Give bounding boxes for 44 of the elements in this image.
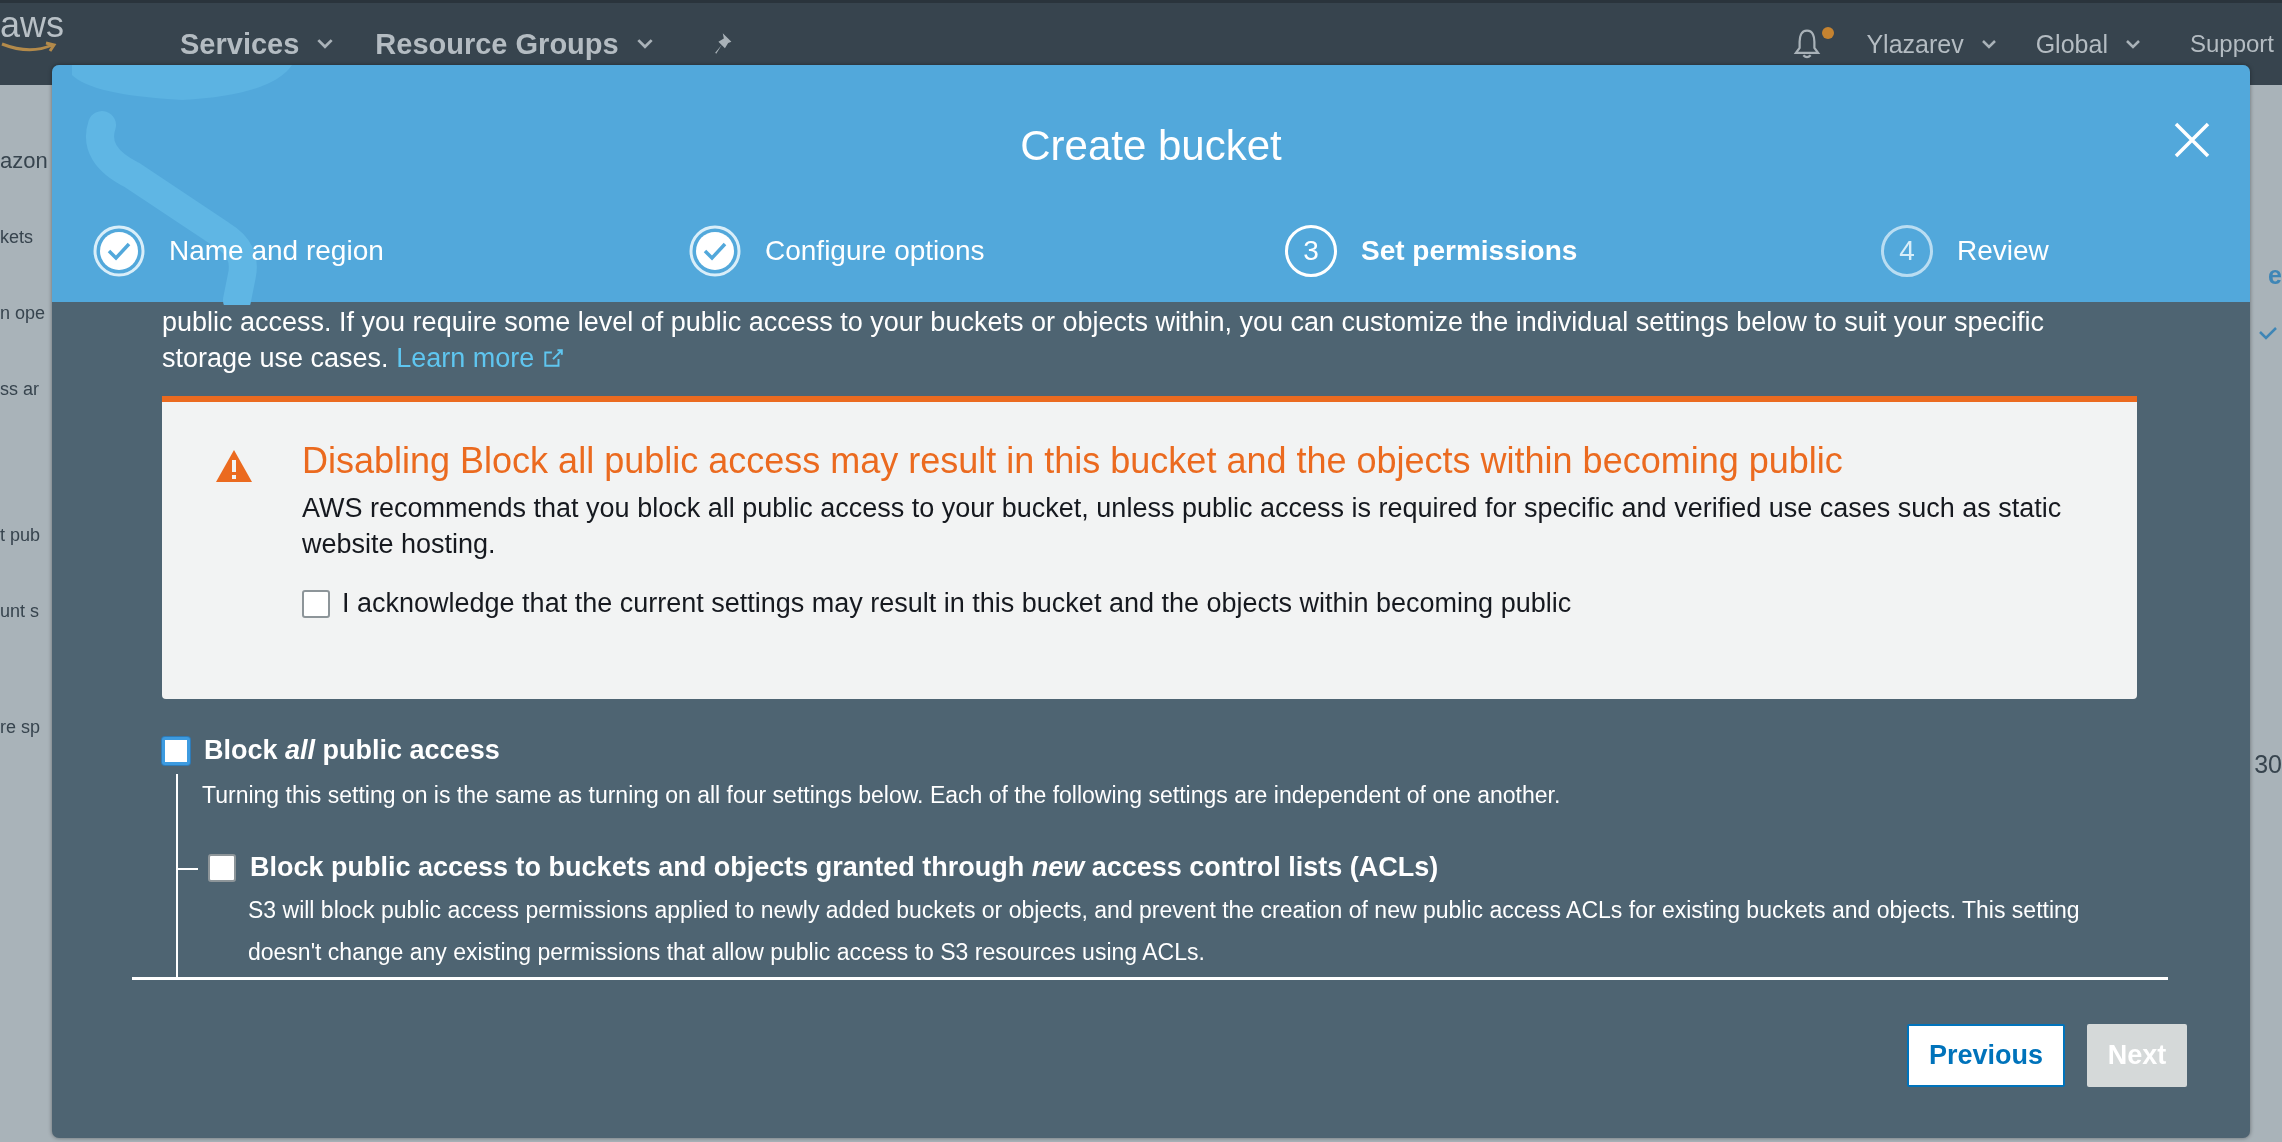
acknowledge-checkbox[interactable] [302,589,330,618]
step-number: 4 [1881,225,1933,277]
option-title: Block all public access [204,735,500,766]
background-text: ss ar [0,378,39,401]
notifications-bell-icon[interactable] [1792,27,1823,59]
option-title: Block public access to buckets and objects granted through new access control lists (ACLs) [250,852,1439,883]
acknowledge-label: I acknowledge that the current settings may result in this bucket and the objects within becoming public [342,588,1572,619]
background-text: kets [0,226,33,249]
nav-menu[interactable]: Resource Groups [375,27,653,61]
nav-menu[interactable]: Services [180,27,334,61]
caret-icon [317,39,334,49]
step-label[interactable]: Set permissions [1361,235,1578,267]
caret-icon [2125,39,2140,49]
step-label[interactable]: Configure options [765,235,985,267]
warning-icon [214,448,254,484]
warning-text: AWS recommends that you block all public access to your bucket, unless public access is required for specific and verified use cases such as static website hosting. [302,492,2063,561]
step-number: 3 [1285,225,1337,277]
check-icon [2258,326,2278,340]
background-text: n ope [0,302,46,325]
region-menu[interactable]: Global [2035,29,2140,59]
option-description: S3 will block public access permissions applied to newly added buckets or objects, and prevent the creation of new public access ACLs for existing buckets and objects. This setting doesn't change any existing permissions that allow public access to S3 resources using ACLs. [248,896,2081,967]
background-text: 30 [2254,750,2282,779]
background-text: re sp [0,716,41,739]
aws-logo[interactable]: aws [0,7,140,43]
external-link-icon [541,347,564,369]
caret-icon [1981,39,1996,49]
step-label[interactable]: Name and region [169,235,384,267]
step-label[interactable]: Review [1957,235,2049,267]
intro-paragraph: public access. If you require some level of public access to your buckets or objects within, you can customize the individual settings below to suit your specific storage use cases. Learn more [162,306,2045,375]
caret-icon [636,39,653,49]
close-icon[interactable] [2172,120,2212,160]
block-all-checkbox[interactable] [162,736,190,765]
option-checkbox[interactable] [208,853,236,882]
learn-more-link[interactable]: Learn more [396,343,564,373]
background-text: unt s [0,600,40,623]
background-text: t pub [0,524,41,547]
previous-button[interactable]: Previous [1906,1024,2065,1087]
background-text: e [2268,261,2282,290]
warning-title: Disabling Block all public access may result in this bucket and the objects within becoming public [302,440,1844,482]
dialog-title: Create bucket [1020,121,1282,171]
user-menu[interactable]: Ylazarev [1866,29,1996,59]
support-menu[interactable]: Support [2189,30,2274,58]
background-text: azon [0,147,48,175]
option-description: Turning this setting on is the same as turning on all four settings below. Each of the following settings are independent of one another. [202,781,1562,810]
